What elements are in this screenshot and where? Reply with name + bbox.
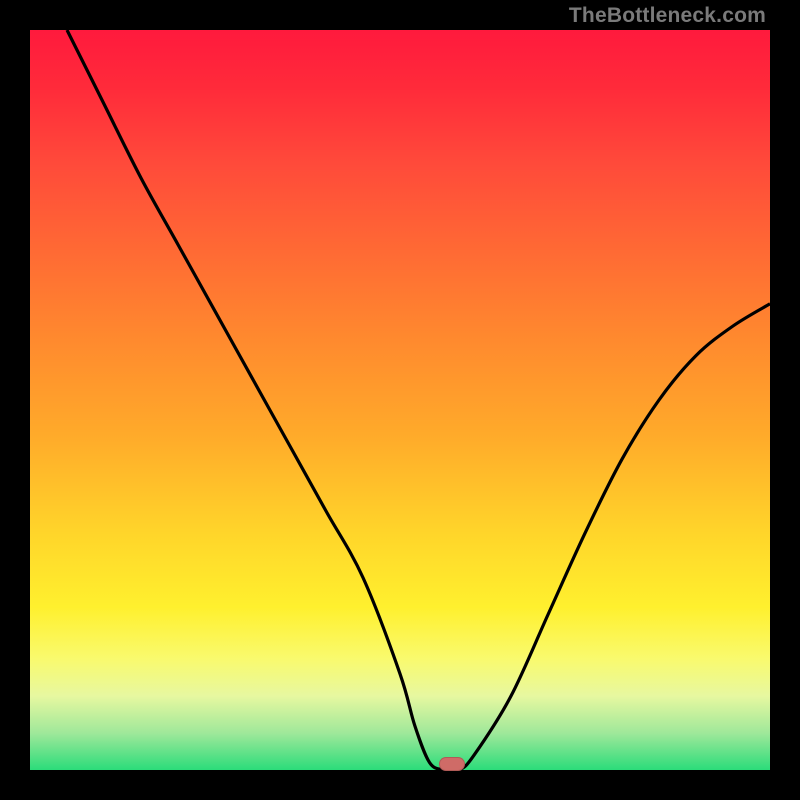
curve-svg <box>30 30 770 770</box>
optimum-marker <box>439 757 465 771</box>
watermark-text: TheBottleneck.com <box>569 4 766 28</box>
plot-area <box>30 30 770 770</box>
chart-frame: TheBottleneck.com <box>0 0 800 800</box>
bottleneck-curve-path <box>67 30 770 770</box>
